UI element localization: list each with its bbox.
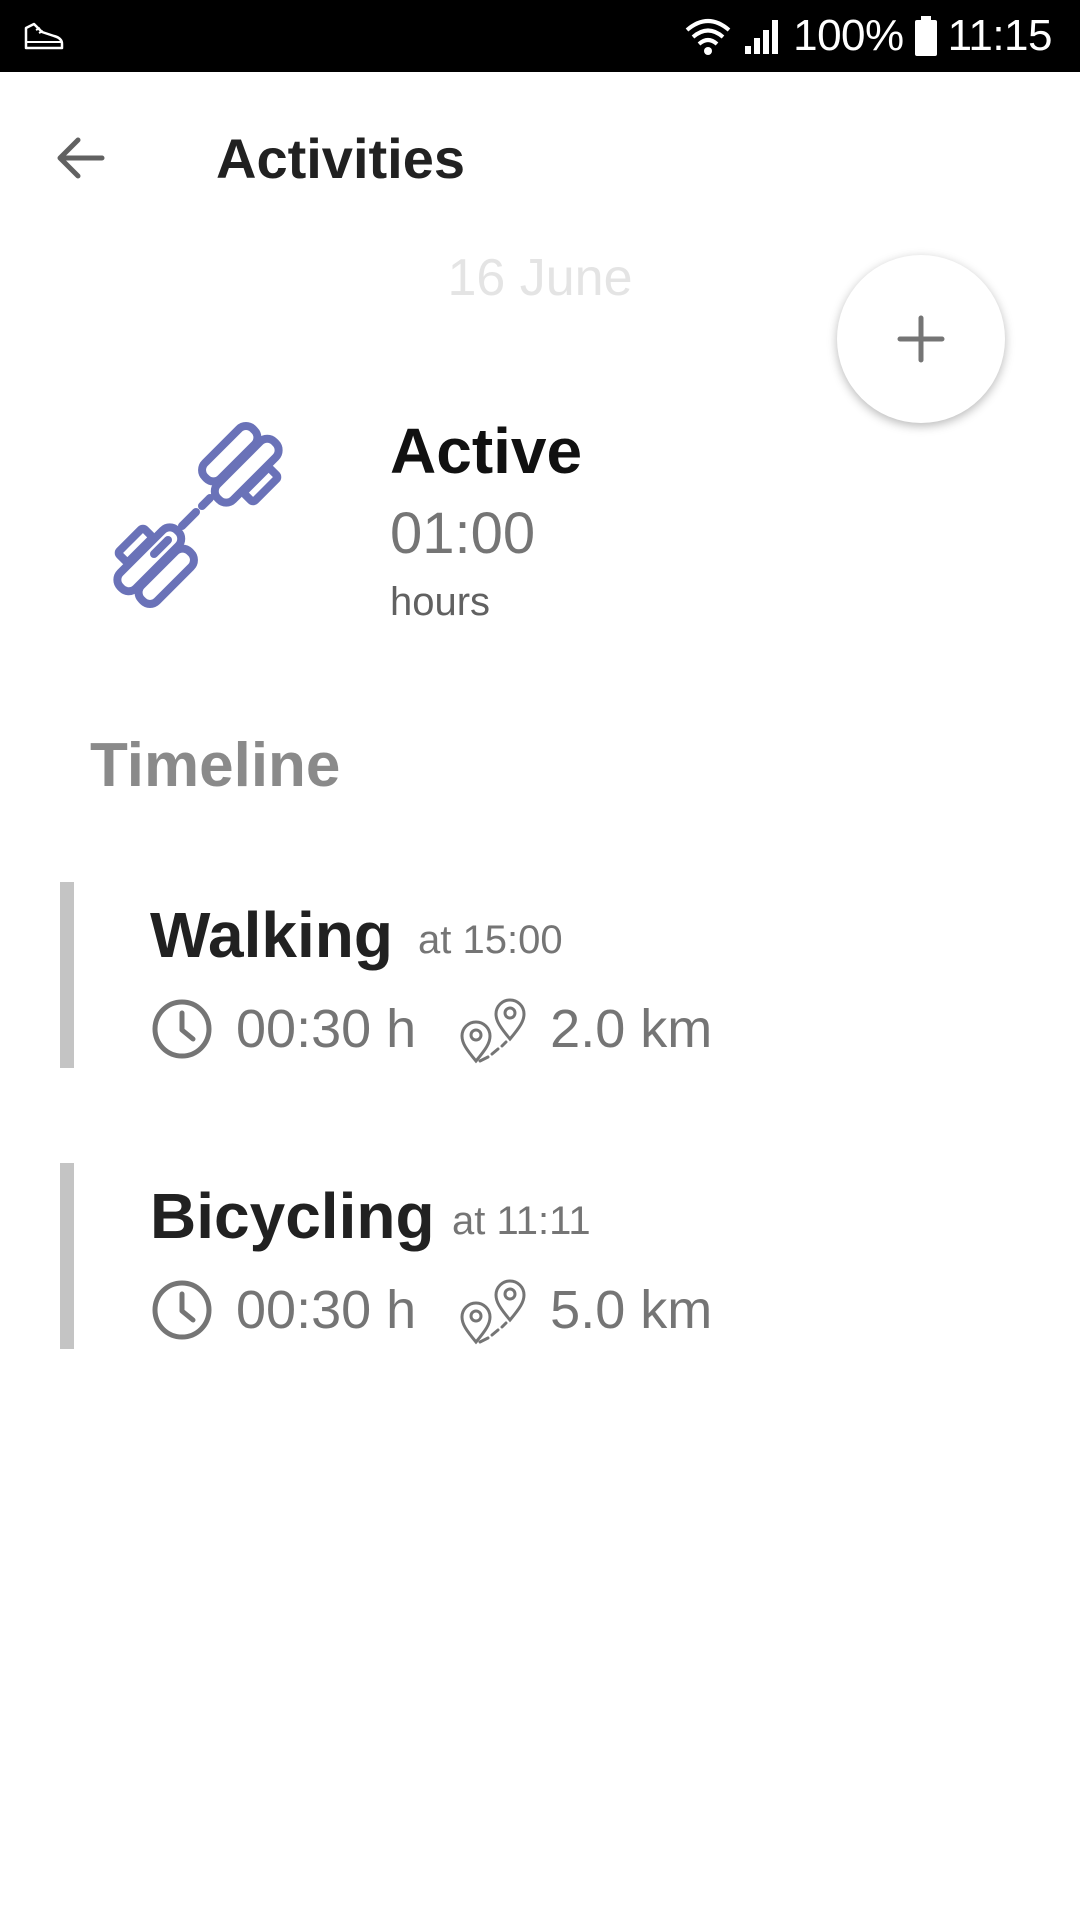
- route-pins-icon: [460, 998, 526, 1064]
- activity-name: Bicycling: [150, 1180, 435, 1252]
- app-bar: Activities: [0, 72, 1080, 242]
- activity-duration: 00:30 h: [236, 1280, 417, 1340]
- back-button[interactable]: [44, 122, 116, 194]
- activity-distance: 5.0 km: [550, 1280, 713, 1340]
- activity-duration: 00:30 h: [236, 999, 417, 1059]
- timeline-title: Timeline: [90, 731, 341, 800]
- page-title: Activities: [216, 127, 465, 190]
- signal-icon: [745, 20, 779, 54]
- arrow-left-icon: [57, 137, 105, 179]
- activity-start-time: at 15:00: [418, 918, 563, 962]
- dumbbell-icon: [113, 422, 283, 608]
- timeline-bar: [60, 1163, 74, 1349]
- activity-meta: 00:30 h 2.0 km: [150, 994, 712, 1064]
- active-duration: 01:00: [390, 501, 536, 566]
- battery-icon: [914, 16, 937, 56]
- timeline-entry-walking[interactable]: Walking at 15:00 00:30 h 2.0 km: [0, 882, 1080, 1068]
- activity-distance: 2.0 km: [550, 999, 713, 1059]
- clock-icon: [152, 999, 212, 1059]
- battery-percent: 100%: [793, 11, 904, 60]
- active-label: Active: [390, 415, 583, 487]
- clock: 11:15: [947, 11, 1053, 60]
- activity-meta: 00:30 h 5.0 km: [150, 1275, 712, 1345]
- shoe-notification-icon: [24, 22, 64, 50]
- route-pins-icon: [460, 1279, 526, 1345]
- add-activity-button[interactable]: [837, 255, 1005, 423]
- status-bar: 100% 11:15: [0, 0, 1080, 72]
- active-unit: hours: [390, 580, 491, 624]
- plus-icon: [897, 315, 945, 363]
- activity-start-time: at 11:11: [452, 1199, 591, 1243]
- timeline-bar: [60, 882, 74, 1068]
- timeline-entry-bicycling[interactable]: Bicycling at 11:11 00:30 h 5.0 km: [0, 1163, 1080, 1349]
- wifi-icon: [685, 19, 731, 55]
- clock-icon: [152, 1280, 212, 1340]
- activity-name: Walking: [150, 899, 393, 971]
